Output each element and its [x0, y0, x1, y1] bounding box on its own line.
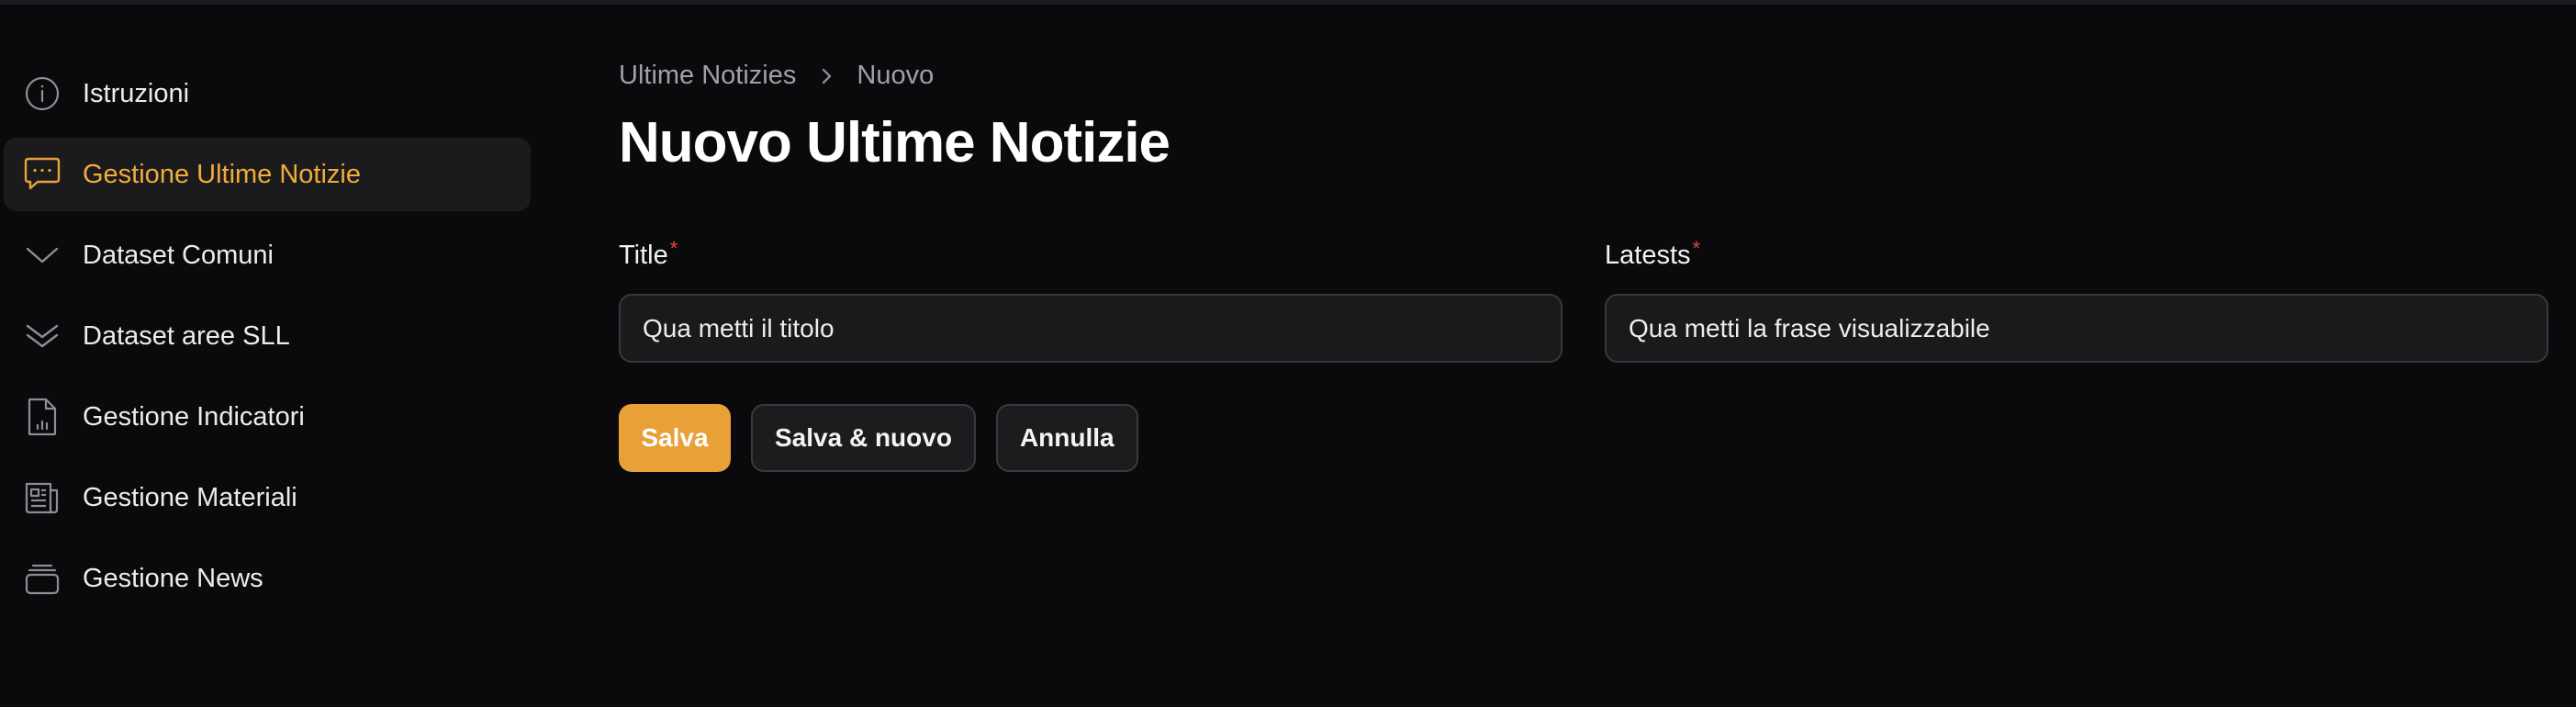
double-chevron-down-icon [20, 314, 64, 358]
newspaper-icon [20, 476, 64, 520]
sidebar-item-dataset-aree-sll[interactable]: Dataset aree SLL [4, 299, 531, 373]
cancel-button[interactable]: Annulla [995, 404, 1138, 472]
required-marker: * [669, 237, 678, 260]
sidebar-item-label: Gestione News [83, 563, 263, 593]
sidebar-item-dataset-comuni[interactable]: Dataset Comuni [4, 219, 531, 292]
latests-field-group: Latests * Qua metti la frase visualizzabi… [1605, 237, 2548, 363]
top-border [0, 0, 2576, 5]
info-icon [20, 72, 64, 116]
sidebar-item-gestione-materiali[interactable]: Gestione Materiali [4, 461, 531, 534]
latests-field-label: Latests [1605, 241, 1691, 270]
save-and-new-button[interactable]: Salva & nuovo [751, 404, 976, 472]
sidebar-item-label: Dataset aree SLL [83, 320, 290, 351]
breadcrumb-current: Nuovo [857, 61, 935, 90]
chevron-down-icon [20, 233, 64, 277]
required-marker: * [1692, 237, 1701, 260]
save-button[interactable]: Salva [619, 404, 731, 472]
sidebar-item-gestione-indicatori[interactable]: Gestione Indicatori [4, 380, 531, 454]
title-field-label: Title [619, 241, 668, 270]
sidebar-item-label: Istruzioni [83, 78, 190, 108]
breadcrumb: Ultime Notizies Nuovo [619, 61, 934, 91]
sidebar-item-label: Gestione Materiali [83, 482, 297, 512]
latests-field-label-row: Latests * [1605, 237, 2548, 277]
title-input[interactable]: Qua metti il titolo [619, 294, 1562, 363]
chat-icon [20, 152, 64, 196]
title-field-group: Title * Qua metti il titolo [619, 237, 1562, 363]
title-field-label-row: Title * [619, 237, 1562, 277]
sidebar-item-label: Gestione Indicatori [83, 401, 305, 432]
sidebar-item-gestione-news[interactable]: Gestione News [4, 542, 531, 615]
form-actions: Salva Salva & nuovo Annulla [619, 404, 1138, 472]
sidebar-item-label: Dataset Comuni [83, 240, 274, 270]
breadcrumb-parent-link[interactable]: Ultime Notizies [619, 61, 796, 91]
sidebar: Istruzioni Gestione Ultime Notizie Datas… [0, 57, 532, 623]
latests-input[interactable]: Qua metti la frase visualizzabile [1605, 294, 2548, 363]
archive-box-icon [20, 556, 64, 600]
document-chart-icon [20, 395, 64, 439]
sidebar-item-istruzioni[interactable]: Istruzioni [4, 57, 531, 130]
sidebar-item-label: Gestione Ultime Notizie [83, 159, 361, 189]
sidebar-item-gestione-ultime-notizie[interactable]: Gestione Ultime Notizie [4, 138, 531, 211]
page-title: Nuovo Ultime Notizie [619, 111, 1170, 174]
chevron-right-icon [818, 66, 834, 86]
